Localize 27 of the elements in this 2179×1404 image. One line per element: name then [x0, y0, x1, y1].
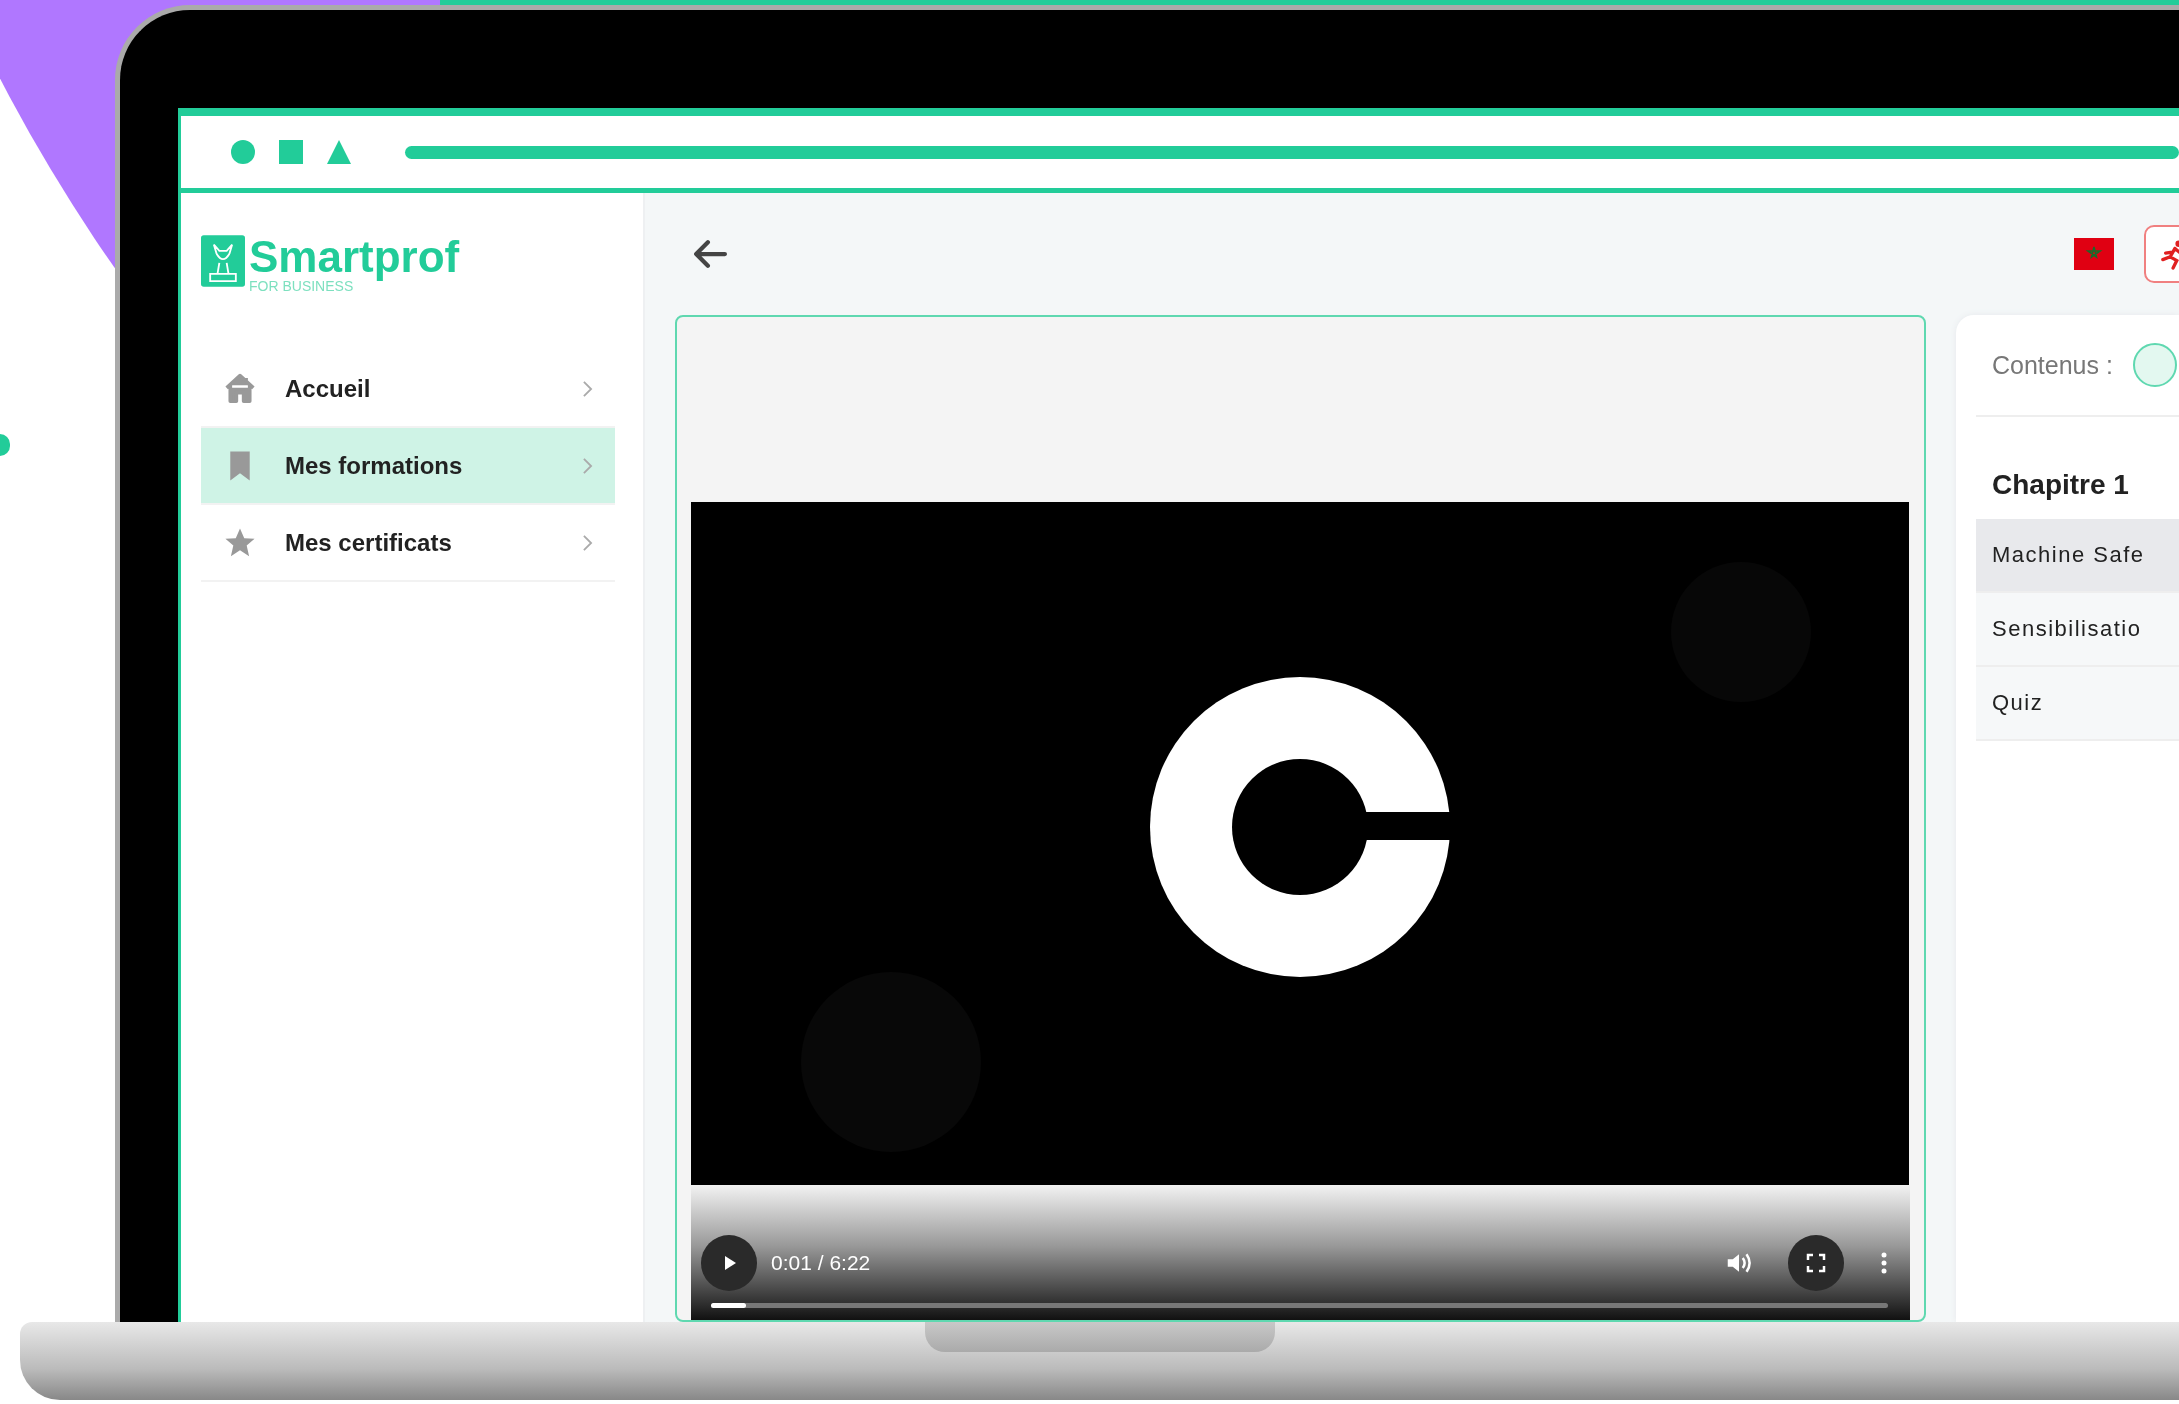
video-time: 0:01 / 6:22 [771, 1251, 871, 1275]
status-badge [2132, 343, 2177, 387]
fullscreen-button[interactable] [1788, 1235, 1844, 1291]
chevron-icon [582, 379, 593, 398]
menu-item[interactable]: Mes formations [201, 428, 615, 505]
brand-tagline: FOR BUSINESS [249, 279, 354, 293]
menu-item[interactable]: Mes certificats [201, 505, 615, 582]
progress-track[interactable] [711, 1303, 1888, 1308]
lesson-item[interactable]: Quiz [1976, 667, 2179, 741]
triangle-icon [327, 140, 351, 164]
chapter-title: Chapitre 1 [1991, 468, 2130, 502]
back-arrow-icon[interactable] [693, 239, 727, 269]
fullscreen-icon [1806, 1253, 1826, 1273]
menu-label: Accueil [285, 374, 372, 403]
circle-icon [231, 140, 255, 164]
more-options-icon[interactable] [1880, 1251, 1888, 1275]
panel-title: Contenus : [1992, 350, 2113, 380]
home-icon [223, 371, 257, 406]
play-button[interactable] [701, 1235, 757, 1291]
menu-label: Mes formations [285, 451, 464, 480]
lesson-item[interactable]: Sensibilisatio [1976, 593, 2179, 667]
menu-label: Mes certificats [285, 528, 453, 557]
square-icon [279, 140, 303, 164]
lesson-item[interactable]: Machine Safe [1976, 519, 2179, 593]
brand-name: Smartprof [249, 235, 460, 279]
chevron-icon [582, 456, 593, 475]
chevron-icon [582, 533, 593, 552]
